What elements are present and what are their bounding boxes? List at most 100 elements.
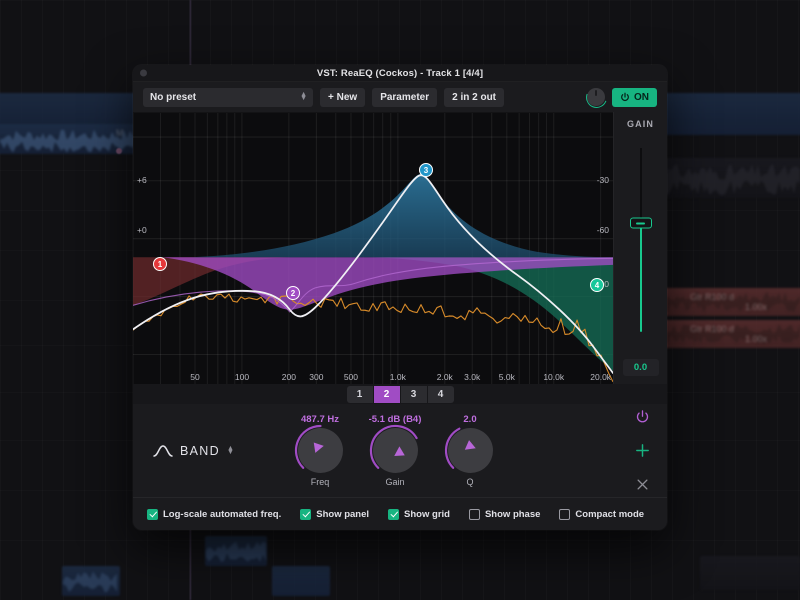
band-tab-1-label: 1 (356, 388, 363, 400)
band-node-2[interactable]: 2 (286, 286, 300, 300)
power-icon (621, 92, 629, 102)
band-tab-2[interactable]: 2 (373, 385, 400, 403)
options-footer: Log-scale automated freq. Show panel Sho… (133, 497, 667, 530)
checkbox-box[interactable] (559, 508, 571, 520)
band-tab-4[interactable]: 4 (427, 385, 454, 403)
band-type-label: BAND (180, 443, 220, 458)
freq-tick-6: 2.0k (436, 372, 453, 382)
y-label-zero: +0 (137, 225, 147, 235)
freq-tick-4: 500 (343, 372, 358, 382)
window-title: VST: ReaEQ (Cockos) - Track 1 [4/4] (316, 67, 484, 79)
checkbox-show-phase[interactable]: Show phase (468, 508, 541, 520)
band-node-4[interactable]: 4 (590, 278, 604, 292)
preset-value: No preset (150, 91, 197, 103)
knob-q-label: Q (466, 477, 474, 487)
checkbox-label: Log-scale automated freq. (163, 508, 282, 520)
checkbox-show-panel[interactable]: Show panel (300, 508, 370, 520)
band3-shape (191, 174, 613, 258)
freq-tick-1: 100 (234, 372, 250, 382)
knob-gain-dial[interactable] (369, 424, 418, 473)
band-type-selector[interactable]: BAND ▲ ▼ (153, 444, 293, 458)
gain-handle-grip (636, 222, 645, 225)
window-titlebar: VST: ReaEQ (Cockos) - Track 1 [4/4] (133, 65, 667, 82)
plugin-window: VST: ReaEQ (Cockos) - Track 1 [4/4] No p… (133, 65, 667, 530)
band-node-3[interactable]: 3 (419, 163, 433, 177)
band-tab-3-label: 3 (410, 388, 417, 400)
bypass-toggle-button[interactable]: ON (612, 87, 657, 107)
add-band-button[interactable] (633, 442, 651, 460)
checkbox-label: Show grid (404, 508, 450, 520)
plus-icon (635, 444, 649, 457)
knob-freq[interactable]: 487.7 Hz Freq (293, 414, 347, 487)
checkbox-box[interactable] (468, 508, 480, 520)
bell-curve-icon (153, 444, 173, 457)
power-icon (636, 410, 648, 423)
checkbox-show-grid[interactable]: Show grid (388, 508, 450, 520)
checkbox-compact-mode[interactable]: Compact mode (559, 508, 645, 520)
knob-pointer (393, 446, 405, 457)
freq-tick-8: 5.0k (498, 372, 515, 382)
knob-q[interactable]: 2.0 Q (443, 414, 497, 487)
band-tab-1[interactable]: 1 (346, 385, 373, 403)
eq-graph[interactable]: +6 +0 -30 -60 -90 501002003005001.0k2.0k… (133, 112, 613, 384)
knob-gain[interactable]: -5.1 dB (B4) Gain (368, 414, 422, 487)
band-tab-2-label: 2 (383, 388, 390, 400)
knob-group: 487.7 Hz Freq -5.1 dB (B4) Gain 2.0 Q (293, 414, 497, 487)
knob-gain-label: Gain (385, 477, 405, 487)
knob-pointer (464, 440, 476, 450)
band-tab-3[interactable]: 3 (400, 385, 427, 403)
band-actions (627, 404, 657, 497)
band-node-1-label: 1 (157, 259, 163, 269)
band-node-2-label: 2 (290, 288, 296, 298)
band-node-1[interactable]: 1 (153, 257, 167, 271)
checkbox-box[interactable] (147, 508, 158, 520)
preset-select[interactable]: No preset ▲ ▼ (143, 87, 313, 107)
checkbox-label: Show panel (316, 508, 370, 520)
close-icon (637, 479, 647, 490)
gain-label: GAIN (627, 119, 654, 129)
band-node-3-label: 3 (423, 165, 429, 175)
band-tab-4-label: 4 (437, 388, 444, 400)
new-preset-button[interactable]: + New (320, 87, 366, 107)
band-node-4-label: 4 (594, 280, 600, 290)
remove-band-button[interactable] (633, 476, 651, 494)
band-enable-button[interactable] (633, 408, 651, 426)
checkbox-label: Show phase (484, 508, 541, 520)
freq-tick-5: 1.0k (389, 372, 406, 382)
checkbox-label: Compact mode (575, 508, 645, 520)
window-menu-dot[interactable] (140, 69, 147, 77)
freq-tick-3: 300 (309, 372, 324, 382)
plugin-toolbar: No preset ▲ ▼ + New Parameter 2 in 2 out … (133, 82, 667, 112)
freq-tick-9: 10.0k (543, 372, 565, 382)
knob-freq-dial[interactable] (294, 424, 343, 473)
knob-q-dial[interactable] (444, 427, 493, 473)
y-label-minus30: -30 (596, 175, 609, 185)
band-type-stepper-icon: ▲ ▼ (226, 444, 234, 456)
wet-dry-knob[interactable] (582, 83, 610, 111)
freq-tick-0: 50 (190, 372, 200, 382)
parameter-button[interactable]: Parameter (372, 87, 438, 107)
gain-slider-handle[interactable] (629, 217, 652, 229)
band-editor-panel: BAND ▲ ▼ 487.7 Hz Freq -5.1 dB (B4) Gain… (133, 404, 667, 497)
y-label-minus60: -60 (596, 225, 609, 235)
checkbox-box[interactable] (388, 508, 400, 520)
wet-dry-arc (582, 83, 610, 111)
freq-tick-7: 3.0k (464, 372, 481, 382)
graph-area: +6 +0 -30 -60 -90 501002003005001.0k2.0k… (133, 112, 667, 384)
y-label-plus6: +6 (137, 175, 147, 185)
eq-curve-svg (133, 113, 613, 384)
gain-slider-track[interactable] (629, 148, 652, 332)
wet-dry-pointer (595, 90, 597, 96)
gain-value-readout[interactable]: 0.0 (622, 359, 659, 376)
checkbox-box[interactable] (300, 508, 312, 520)
freq-tick-2: 200 (281, 372, 296, 382)
freq-tick-10: 20.0k (590, 372, 612, 382)
io-config-button[interactable]: 2 in 2 out (444, 87, 505, 107)
knob-freq-label: Freq (310, 477, 330, 487)
gain-slider-fill (639, 223, 642, 332)
spectrum-analyzer-trace (133, 293, 613, 383)
bypass-label: ON (634, 91, 649, 103)
band-tab-row: 1 2 3 4 (133, 384, 667, 404)
checkbox-log-scale-automated-freq[interactable]: Log-scale automated freq. (147, 508, 282, 520)
preset-stepper-icon: ▲ ▼ (300, 91, 307, 102)
